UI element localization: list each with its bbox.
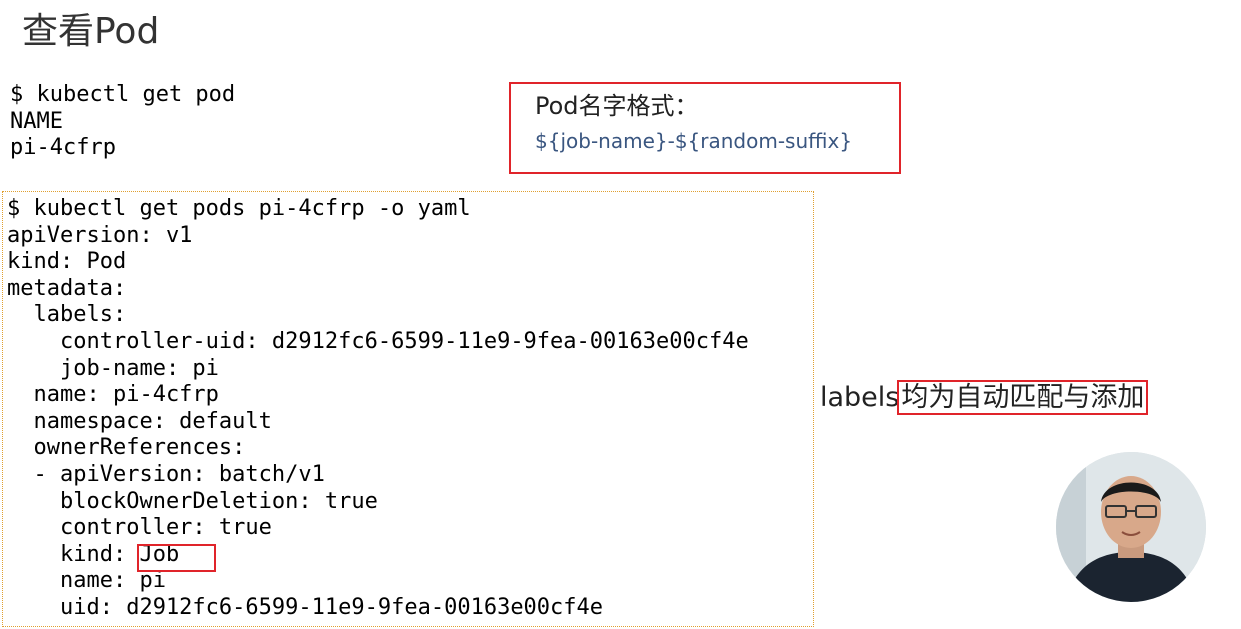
callout-format: ${job-name}-${random-suffix}: [535, 129, 853, 153]
yaml-line: metadata:: [7, 275, 127, 301]
page-title: 查看Pod: [22, 11, 160, 52]
yaml-output: $ kubectl get pods pi-4cfrp -o yaml apiV…: [7, 196, 749, 622]
yaml-line: apiVersion: v1: [7, 222, 193, 248]
yaml-line: kind: Pod: [7, 249, 127, 275]
yaml-line: kind: Job: [7, 541, 180, 567]
presenter-avatar-icon: [1056, 452, 1206, 602]
yaml-line: blockOwnerDeletion: true: [7, 488, 378, 514]
yaml-line: - apiVersion: batch/v1: [7, 461, 325, 487]
yaml-line: labels:: [7, 302, 127, 328]
kind-job-highlight: [137, 544, 216, 572]
get-pod-output: $ kubectl get pod NAME pi-4cfrp: [10, 82, 235, 162]
yaml-line: namespace: default: [7, 408, 272, 434]
labels-note-highlight: 均为自动匹配与添加: [897, 380, 1149, 415]
yaml-line: job-name: pi: [7, 355, 219, 381]
pod-name-format-callout: Pod名字格式： ${job-name}-${random-suffix}: [509, 82, 901, 174]
yaml-line: uid: d2912fc6-6599-11e9-9fea-00163e00cf4…: [7, 594, 604, 620]
yaml-line: name: pi-4cfrp: [7, 382, 219, 408]
terminal-line: pi-4cfrp: [10, 135, 116, 161]
yaml-line: $ kubectl get pods pi-4cfrp -o yaml: [7, 196, 471, 221]
terminal-line: NAME: [10, 108, 63, 134]
labels-note: labels均为自动匹配与添加: [820, 378, 1149, 418]
yaml-line: controller: true: [7, 515, 272, 541]
labels-note-prefix: labels: [820, 382, 900, 413]
presenter-avatar: [1056, 452, 1206, 602]
yaml-line: controller-uid: d2912fc6-6599-11e9-9fea-…: [7, 328, 749, 354]
callout-title: Pod名字格式：: [535, 92, 699, 120]
yaml-line: name: pi: [7, 568, 166, 594]
terminal-line: $ kubectl get pod: [10, 82, 236, 107]
yaml-line: ownerReferences:: [7, 435, 246, 461]
